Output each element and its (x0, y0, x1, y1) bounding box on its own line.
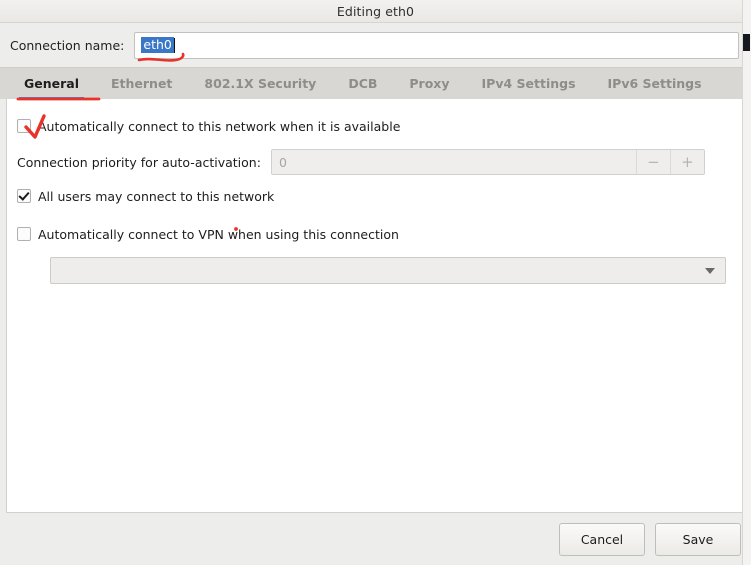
auto-connect-label: Automatically connect to this network wh… (38, 118, 401, 134)
tab-dcb[interactable]: DCB (332, 68, 393, 100)
general-tab-panel: Automatically connect to this network wh… (6, 99, 745, 513)
tab-ethernet[interactable]: Ethernet (95, 68, 188, 100)
text-caret (173, 37, 175, 53)
auto-connect-row[interactable]: Automatically connect to this network wh… (17, 113, 734, 139)
tab-8021x-security[interactable]: 802.1X Security (188, 68, 332, 100)
auto-vpn-checkbox[interactable] (17, 227, 31, 241)
save-button[interactable]: Save (655, 522, 741, 556)
tab-ipv4-settings-label: IPv4 Settings (481, 76, 576, 91)
tab-ipv6-settings-label: IPv6 Settings (607, 76, 702, 91)
vpn-combo-wrap (50, 257, 726, 284)
dialog-button-bar: Cancel Save (0, 513, 751, 565)
vpn-connection-select[interactable] (50, 257, 726, 284)
tab-ipv4-settings[interactable]: IPv4 Settings (466, 68, 592, 100)
connection-priority-row: Connection priority for auto-activation:… (17, 145, 734, 179)
tab-ipv6-settings[interactable]: IPv6 Settings (592, 68, 718, 100)
background-window-artifact (743, 34, 750, 51)
connection-name-row: Connection name: eth0 (0, 23, 751, 67)
tab-dcb-label: DCB (348, 76, 378, 91)
connection-name-label: Connection name: (10, 37, 125, 53)
tab-general[interactable]: General (8, 68, 95, 100)
tab-general-label: General (24, 76, 79, 91)
auto-vpn-row[interactable]: Automatically connect to VPN when using … (17, 221, 734, 247)
chevron-down-icon (705, 267, 715, 274)
connection-priority-value: 0 (278, 154, 287, 170)
editing-connection-dialog: Editing eth0 Connection name: eth0 Gener… (0, 0, 751, 565)
tab-proxy[interactable]: Proxy (393, 68, 465, 100)
connection-priority-label: Connection priority for auto-activation: (17, 154, 261, 170)
all-users-checkbox[interactable] (17, 189, 31, 203)
priority-increment-button[interactable]: + (669, 150, 704, 174)
connection-priority-stepper[interactable]: 0 − + (270, 149, 705, 175)
auto-vpn-label: Automatically connect to VPN when using … (38, 226, 399, 242)
tab-bar: General Ethernet 802.1X Security DCB Pro… (0, 67, 751, 100)
connection-name-value: eth0 (141, 36, 174, 54)
tab-ethernet-label: Ethernet (111, 76, 173, 91)
cancel-button[interactable]: Cancel (559, 522, 645, 556)
window-title: Editing eth0 (336, 3, 415, 19)
tab-proxy-label: Proxy (409, 76, 450, 91)
all-users-row[interactable]: All users may connect to this network (17, 183, 734, 209)
all-users-label: All users may connect to this network (38, 188, 275, 204)
window-right-edge (742, 0, 751, 565)
title-bar: Editing eth0 (0, 0, 751, 23)
auto-connect-checkbox[interactable] (17, 119, 31, 133)
tab-8021x-security-label: 802.1X Security (204, 76, 317, 91)
priority-decrement-button[interactable]: − (635, 150, 670, 174)
connection-name-input[interactable]: eth0 (134, 31, 739, 59)
